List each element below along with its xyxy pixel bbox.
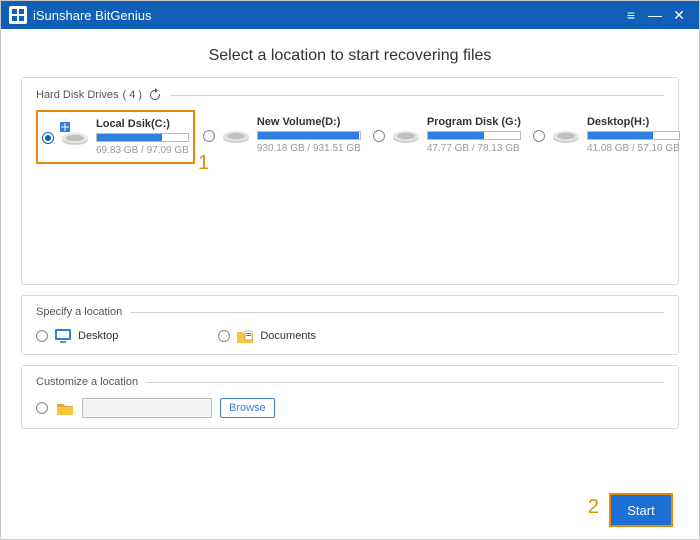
- customize-panel: Customize a location Browse: [21, 365, 679, 429]
- drive-item[interactable]: New Volume(D:) 930.18 GB / 931.51 GB: [199, 110, 365, 164]
- drive-usage-bar: [257, 131, 361, 140]
- drive-item[interactable]: Desktop(H:) 41.08 GB / 57.10 GB: [529, 110, 684, 164]
- drive-info: New Volume(D:) 930.18 GB / 931.51 GB: [257, 116, 361, 154]
- radio-desktop[interactable]: [36, 330, 48, 342]
- location-desktop[interactable]: Desktop: [36, 328, 118, 344]
- annotation-2: 2: [588, 496, 599, 519]
- specify-section-label: Specify a location: [36, 306, 122, 318]
- location-documents[interactable]: Documents: [218, 328, 316, 344]
- location-documents-label: Documents: [260, 330, 316, 342]
- minimize-button[interactable]: —: [643, 7, 667, 23]
- drive-usage-bar: [587, 131, 680, 140]
- drive-item[interactable]: Program Disk (G:) 47.77 GB / 78.13 GB: [369, 110, 525, 164]
- annotation-1: 1: [198, 152, 209, 175]
- drive-info: Local Dsik(C:) 69.83 GB / 97.09 GB: [96, 118, 189, 156]
- drive-radio[interactable]: [533, 130, 545, 142]
- app-logo-icon: [9, 6, 27, 24]
- drive-size: 41.08 GB / 57.10 GB: [587, 143, 680, 154]
- drive-item[interactable]: Local Dsik(C:) 69.83 GB / 97.09 GB: [36, 110, 195, 164]
- specify-section-header: Specify a location: [36, 306, 664, 318]
- refresh-icon[interactable]: [148, 88, 162, 102]
- specify-panel: Specify a location Desktop Documents: [21, 295, 679, 355]
- drive-icon: [221, 120, 251, 151]
- drive-name: New Volume(D:): [257, 116, 361, 128]
- drives-panel: Hard Disk Drives ( 4 ) Local Dsik(C:) 69.…: [21, 77, 679, 285]
- desktop-icon: [54, 328, 72, 344]
- customize-section-header: Customize a location: [36, 376, 664, 388]
- custom-path-input[interactable]: [82, 398, 212, 418]
- drive-icon: [60, 122, 90, 153]
- menu-icon[interactable]: ≡: [619, 7, 643, 23]
- close-button[interactable]: ✕: [667, 7, 691, 24]
- app-title: iSunshare BitGenius: [33, 8, 152, 23]
- documents-icon: [236, 329, 254, 343]
- radio-documents[interactable]: [218, 330, 230, 342]
- app-window: iSunshare BitGenius ≡ — ✕ Select a locat…: [0, 0, 700, 540]
- location-desktop-label: Desktop: [78, 330, 118, 342]
- drive-radio[interactable]: [373, 130, 385, 142]
- drive-usage-bar: [427, 131, 521, 140]
- content-area: Select a location to start recovering fi…: [1, 29, 699, 539]
- drive-radio[interactable]: [42, 132, 54, 144]
- page-title: Select a location to start recovering fi…: [21, 47, 679, 65]
- drive-name: Program Disk (G:): [427, 116, 521, 128]
- start-button[interactable]: Start: [609, 493, 673, 527]
- drive-radio[interactable]: [203, 130, 215, 142]
- drive-icon: [391, 120, 421, 151]
- customize-section-label: Customize a location: [36, 376, 138, 388]
- drives-section-header: Hard Disk Drives ( 4 ): [36, 88, 664, 102]
- folder-icon: [56, 401, 74, 415]
- drive-icon: [551, 120, 581, 151]
- drives-count: ( 4 ): [123, 89, 143, 101]
- drive-name: Local Dsik(C:): [96, 118, 189, 130]
- drive-info: Program Disk (G:) 47.77 GB / 78.13 GB: [427, 116, 521, 154]
- drive-info: Desktop(H:) 41.08 GB / 57.10 GB: [587, 116, 680, 154]
- titlebar: iSunshare BitGenius ≡ — ✕: [1, 1, 699, 29]
- drives-row: Local Dsik(C:) 69.83 GB / 97.09 GB New Vol…: [36, 110, 664, 164]
- radio-custom[interactable]: [36, 402, 48, 414]
- drive-usage-bar: [96, 133, 189, 142]
- drives-section-label: Hard Disk Drives: [36, 89, 119, 101]
- browse-button[interactable]: Browse: [220, 398, 275, 418]
- drive-size: 69.83 GB / 97.09 GB: [96, 145, 189, 156]
- drive-size: 47.77 GB / 78.13 GB: [427, 143, 521, 154]
- drive-name: Desktop(H:): [587, 116, 680, 128]
- footer: 2 Start: [21, 493, 679, 527]
- drive-size: 930.18 GB / 931.51 GB: [257, 143, 361, 154]
